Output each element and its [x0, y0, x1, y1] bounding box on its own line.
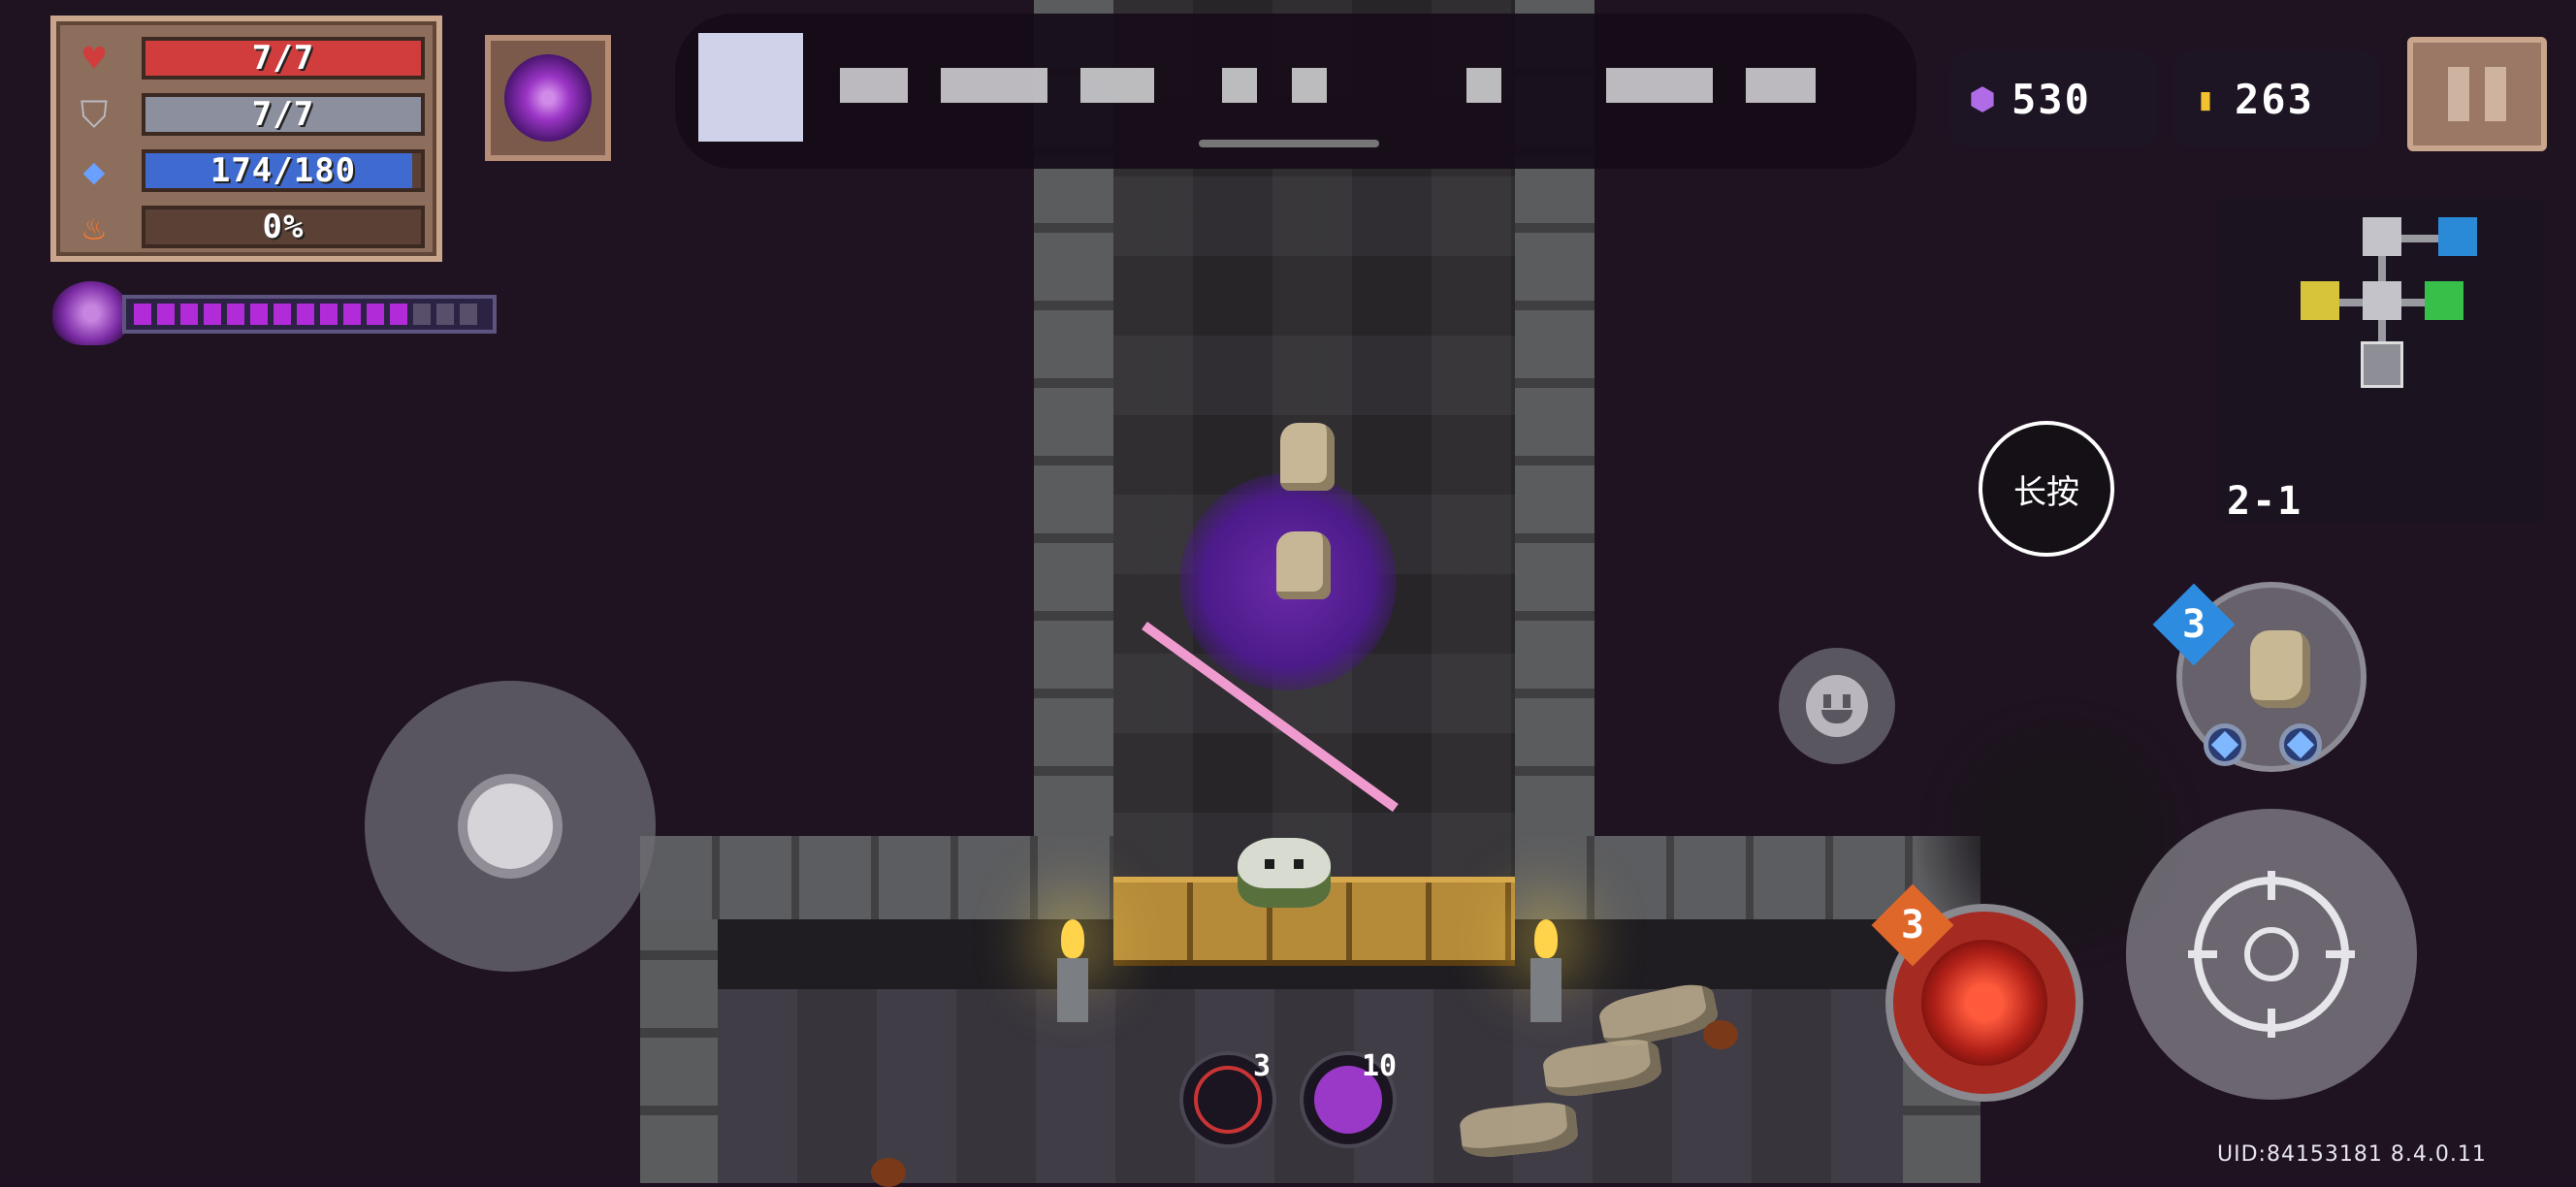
pause-button[interactable] [2407, 37, 2547, 151]
blurred-text [1080, 68, 1154, 103]
attack-button[interactable] [2126, 809, 2417, 1100]
rage-row: ♨ 0% [72, 202, 433, 250]
health-value: 7/7 [251, 39, 315, 78]
skill-charge-segment [204, 304, 221, 325]
uid-version-label: UID:84153181 8.4.0.11 [2217, 1142, 2487, 1167]
level-indicator: 2-1 [2227, 479, 2303, 524]
long-press-button[interactable]: 长按 [1979, 421, 2114, 557]
blurred-text [840, 68, 908, 103]
rage-value: 0% [262, 208, 305, 246]
blurred-text [1222, 68, 1257, 103]
blurred-text [1466, 68, 1501, 103]
skill-charge-segment [343, 304, 361, 325]
skill-charge-segment [180, 304, 198, 325]
skill-charge-meter [52, 281, 497, 345]
crosshair-icon [2188, 871, 2355, 1038]
pause-icon-bar [2485, 67, 2506, 121]
gold-coin-icon: ▮ [2196, 80, 2215, 117]
buff-1-count: 3 [1253, 1049, 1272, 1083]
skill-charge-bar [122, 295, 497, 334]
health-row: ♥ 7/7 [72, 33, 433, 81]
purple-gem-icon: ⬢ [1969, 80, 1996, 117]
skill-charge-segment [390, 304, 407, 325]
room-wall-top-left [640, 836, 1113, 919]
coin-count: 263 [2235, 75, 2314, 123]
gem-count: 530 [2012, 75, 2091, 123]
zombie-hand-enemy [1276, 531, 1331, 599]
skill-charge-segment [134, 304, 151, 325]
portal-room-icon [2438, 217, 2477, 256]
room-wall-left [640, 919, 718, 1183]
armor-value: 7/7 [251, 95, 315, 134]
skill-charge-segment [320, 304, 338, 325]
weapon-cost-value: 3 [2181, 602, 2206, 647]
energy-value: 174/180 [209, 151, 357, 190]
health-bar: 7/7 [142, 37, 425, 80]
skill-charge-segment [227, 304, 244, 325]
notification-app-icon [698, 33, 803, 142]
minimap[interactable]: 2-1 [2215, 198, 2545, 524]
buff-2-count: 10 [1362, 1049, 1398, 1083]
heart-icon: ♥ [82, 37, 106, 80]
blurred-text [1292, 68, 1327, 103]
exclamation-room-icon [2301, 281, 2339, 320]
emote-button[interactable] [1779, 648, 1895, 764]
skill-charge-segment [460, 304, 477, 325]
energy-crystal-icon: ◆ [82, 149, 106, 192]
pause-icon [2448, 67, 2469, 121]
energy-bar: 174/180 [142, 149, 425, 192]
purple-swirl-icon [504, 54, 592, 142]
skill-charge-segment [413, 304, 431, 325]
energy-row: ◆ 174/180 [72, 145, 433, 194]
player-stats-panel: ♥ 7/7 ⛉ 7/7 ◆ 174/180 ♨ 0% [50, 16, 442, 262]
skill-charge-segment [367, 304, 384, 325]
smiley-face-icon [1806, 675, 1868, 737]
shield-icon: ⛉ [80, 92, 109, 136]
blurred-text [941, 68, 1047, 103]
minimap-room [2363, 217, 2401, 256]
coin-counter: ▮ 263 [2173, 50, 2380, 147]
flame-icon: ♨ [82, 206, 106, 248]
armor-row: ⛉ 7/7 [72, 89, 433, 138]
notification-handle [1199, 140, 1379, 147]
weapon-gem-icon [2204, 723, 2246, 766]
weapon-gem-icon [2279, 723, 2322, 766]
torch-left [1055, 919, 1090, 1026]
player-character [1238, 838, 1331, 908]
torch-right [1529, 919, 1563, 1026]
skill-charge-segment [436, 304, 454, 325]
joystick-knob[interactable] [467, 784, 553, 869]
gate-room-icon [2361, 341, 2403, 388]
shop-room-icon [2425, 281, 2463, 320]
skill-charge-segment [250, 304, 268, 325]
skill-charge-value: 3 [1900, 903, 1925, 947]
gem-counter: ⬢ 530 [1949, 50, 2157, 147]
red-dragon-icon [1921, 940, 2047, 1066]
movement-joystick[interactable] [365, 681, 656, 972]
dropped-item [1703, 1020, 1738, 1049]
minimap-room-current [2363, 281, 2401, 320]
skill-charge-segment [297, 304, 314, 325]
blurred-text [1746, 68, 1816, 103]
zombie-hand-enemy [1280, 423, 1335, 491]
rage-bar: 0% [142, 206, 425, 248]
weapon-hand-icon [2250, 630, 2310, 708]
crosshair-buff-icon [1194, 1066, 1262, 1134]
armor-bar: 7/7 [142, 93, 425, 136]
skill-charge-segment [157, 304, 175, 325]
character-skill-portrait[interactable] [485, 35, 611, 161]
blurred-text [1606, 68, 1713, 103]
purple-ghost-icon [52, 281, 130, 345]
skill-charge-segment [274, 304, 291, 325]
